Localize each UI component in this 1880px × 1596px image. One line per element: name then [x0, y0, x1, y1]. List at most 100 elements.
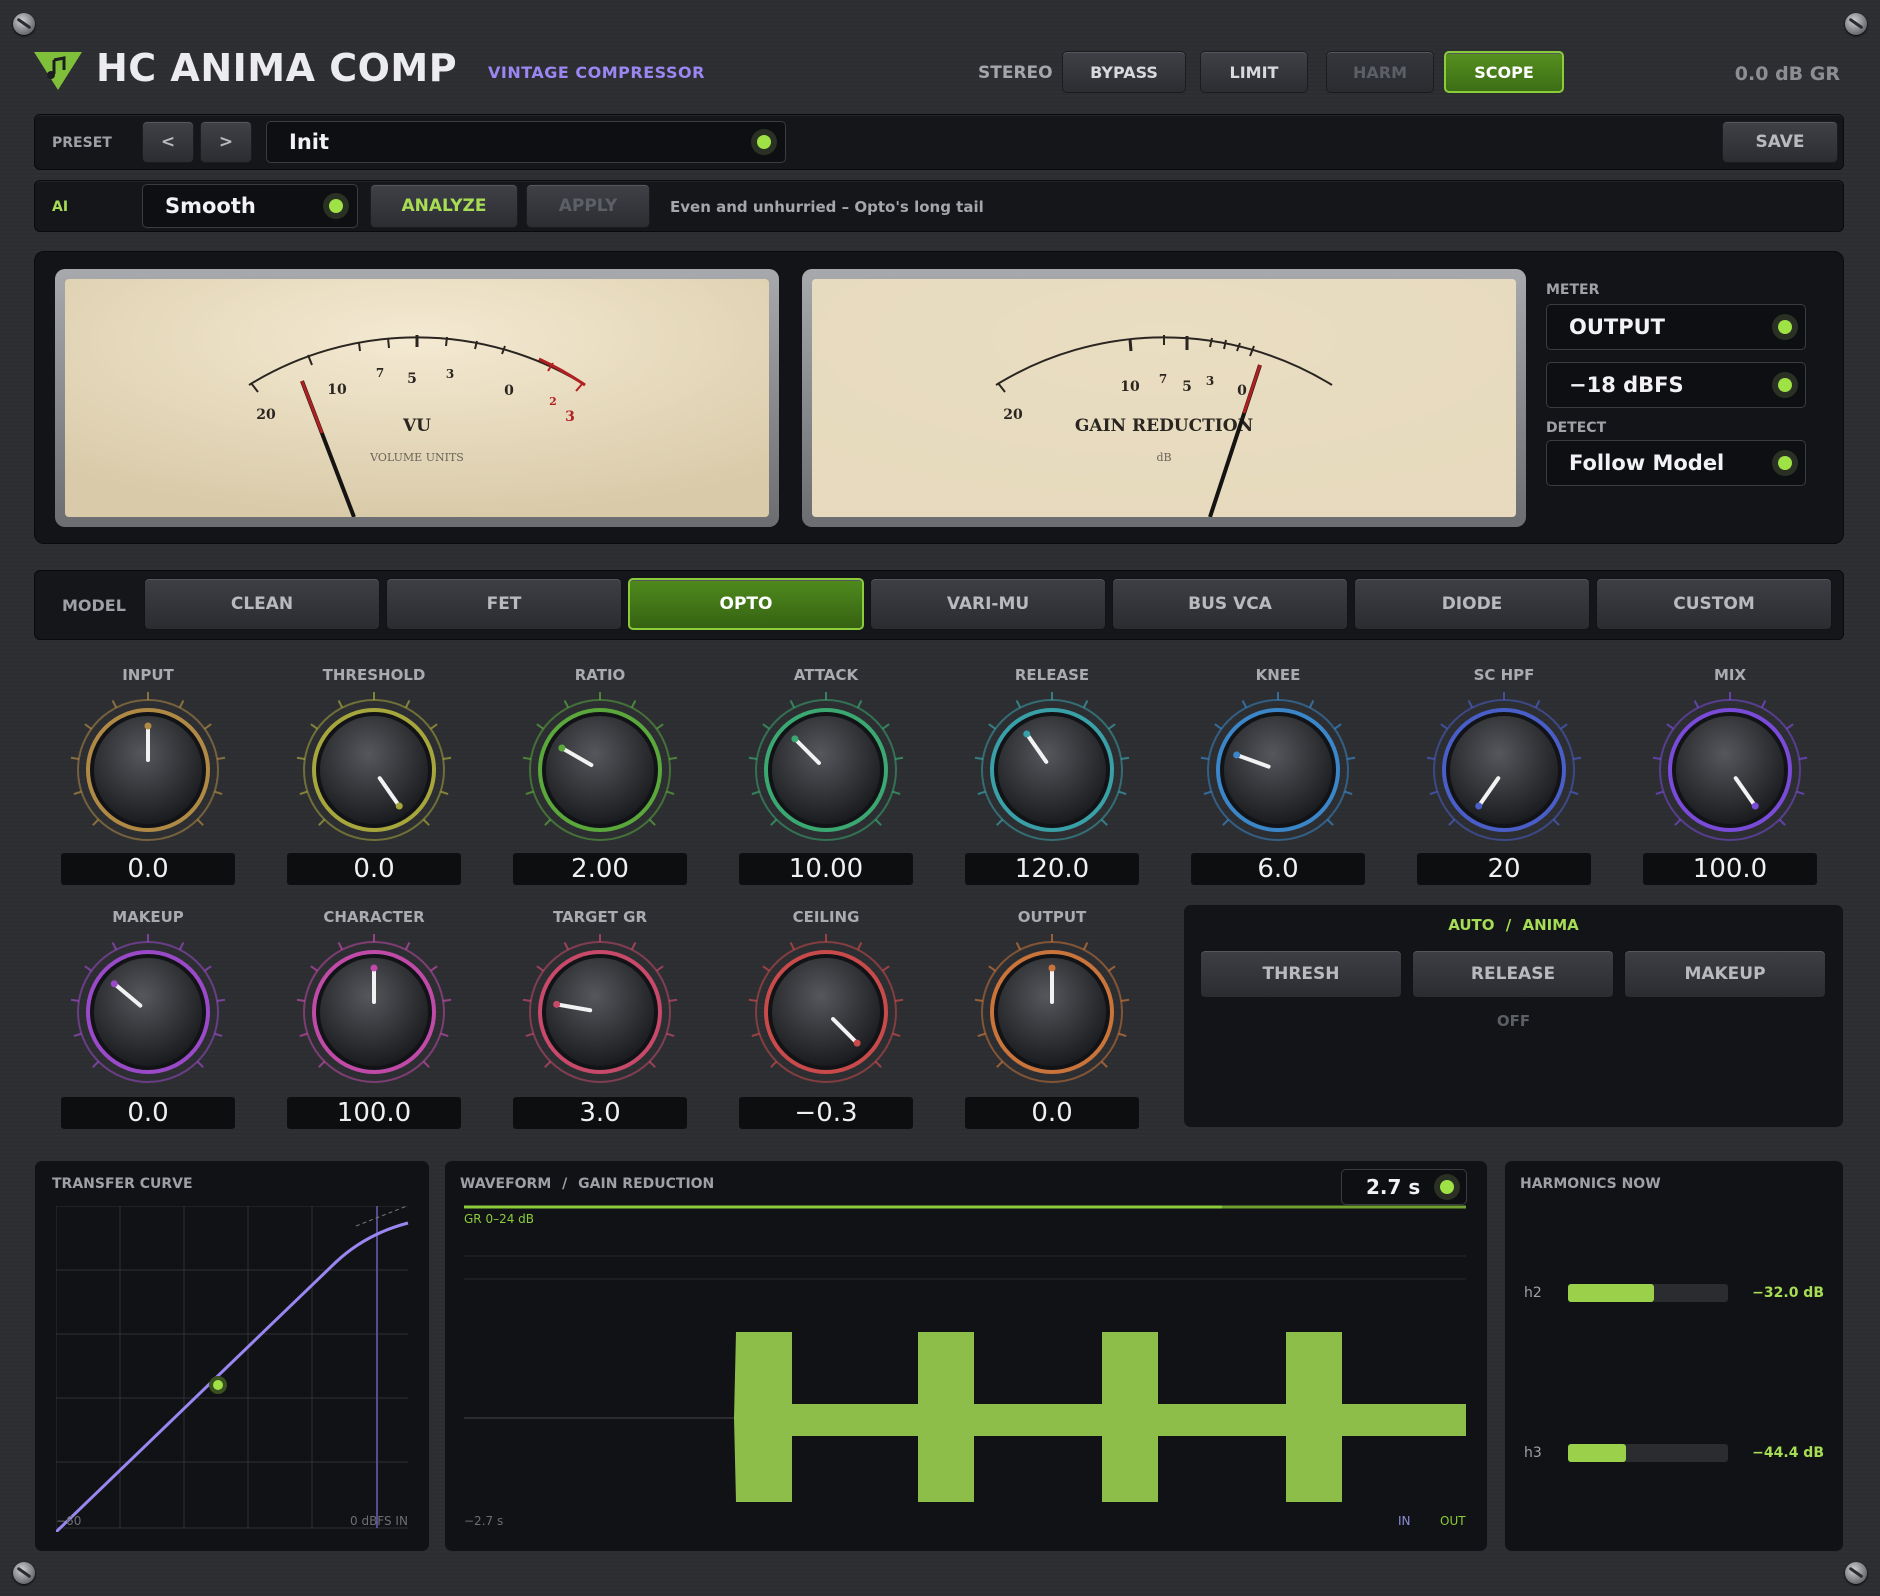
output-knob[interactable] — [972, 932, 1132, 1092]
makeup-knob[interactable] — [68, 932, 228, 1092]
limit-button[interactable]: LIMIT — [1200, 51, 1308, 93]
sc-hpf-value[interactable]: 20 — [1416, 852, 1592, 886]
character-value[interactable]: 100.0 — [286, 1096, 462, 1130]
ceiling-value[interactable]: −0.3 — [738, 1096, 914, 1130]
harmonic-h3-bar — [1568, 1444, 1626, 1462]
output-value[interactable]: 0.0 — [964, 1096, 1140, 1130]
auto-status: OFF — [1496, 1012, 1531, 1030]
release-value[interactable]: 120.0 — [964, 852, 1140, 886]
harmonic-h2-bar — [1568, 1284, 1655, 1302]
meter-select[interactable]: OUTPUT — [1546, 304, 1806, 350]
waveform-window-led — [1440, 1180, 1454, 1194]
reference-level-select[interactable]: −18 dBFS — [1546, 362, 1806, 408]
preset-prev-button[interactable]: < — [142, 121, 194, 163]
waveform-title: WAVEFORM / GAIN REDUCTION — [460, 1176, 714, 1192]
screw-bottom-right — [1845, 1562, 1867, 1584]
knob-label-sc-hpf: SC HPF — [1473, 666, 1535, 684]
transfer-xmin-label: −60 — [56, 1514, 82, 1528]
vu-title: VU — [402, 416, 431, 436]
harmonic-h2-value: −32.0 dB — [1752, 1285, 1824, 1301]
ratio-knob[interactable] — [520, 690, 680, 850]
character-knob[interactable] — [294, 932, 454, 1092]
stereo-label[interactable]: STEREO — [978, 63, 1053, 83]
knob-label-ceiling: CEILING — [792, 908, 860, 926]
analyze-button[interactable]: ANALYZE — [370, 184, 518, 228]
screw-top-left — [13, 13, 35, 35]
waveform-out-label[interactable]: OUT — [1440, 1514, 1466, 1528]
knee-knob[interactable] — [1198, 690, 1358, 850]
harmonic-h3-name: h3 — [1524, 1445, 1542, 1461]
meter-select-led — [1778, 320, 1792, 334]
preset-next-button[interactable]: > — [200, 121, 252, 163]
gr-scale-10: 10 — [1120, 379, 1140, 395]
mix-value[interactable]: 100.0 — [1642, 852, 1818, 886]
knob-label-character: CHARACTER — [323, 908, 425, 926]
vu-subtitle: VOLUME UNITS — [369, 451, 464, 464]
model-clean-button[interactable]: CLEAN — [144, 578, 380, 630]
waveform-in-label[interactable]: IN — [1398, 1514, 1411, 1528]
gr-title: GAIN REDUCTION — [1075, 416, 1253, 436]
vu-scale-3: 3 — [446, 367, 454, 381]
auto-makeup-button[interactable]: MAKEUP — [1624, 950, 1826, 998]
knob-label-output: OUTPUT — [1017, 908, 1087, 926]
ratio-value[interactable]: 2.00 — [512, 852, 688, 886]
ai-mode-field[interactable]: Smooth — [142, 184, 358, 228]
detect-select[interactable]: Follow Model — [1546, 440, 1806, 486]
threshold-knob[interactable] — [294, 690, 454, 850]
target-gr-knob[interactable] — [520, 932, 680, 1092]
harm-button[interactable]: HARM — [1326, 51, 1434, 93]
target-gr-value[interactable]: 3.0 — [512, 1096, 688, 1130]
knee-value[interactable]: 6.0 — [1190, 852, 1366, 886]
harmonic-h3-track — [1568, 1444, 1728, 1462]
preset-status-led — [757, 135, 771, 149]
gr-scale-0: 0 — [1237, 383, 1247, 399]
knob-label-threshold: THRESHOLD — [322, 666, 426, 684]
model-diode-button[interactable]: DIODE — [1354, 578, 1590, 630]
ceiling-knob[interactable] — [746, 932, 906, 1092]
threshold-value[interactable]: 0.0 — [286, 852, 462, 886]
model-vari-mu-button[interactable]: VARI-MU — [870, 578, 1106, 630]
vu-meter: 20 10 7 5 3 0 2 3 VU VOLUME UNITS — [55, 269, 779, 527]
knob-label-attack: ATTACK — [793, 666, 859, 684]
meter-label: METER — [1546, 282, 1600, 298]
waveform-title-b: GAIN REDUCTION — [578, 1176, 715, 1192]
app-subtitle: VINTAGE COMPRESSOR — [488, 63, 705, 82]
vu-scale-7: 7 — [376, 366, 384, 380]
bypass-button[interactable]: BYPASS — [1062, 51, 1186, 93]
attack-knob[interactable] — [746, 690, 906, 850]
auto-release-button[interactable]: RELEASE — [1412, 950, 1614, 998]
release-knob[interactable] — [972, 690, 1132, 850]
model-label: MODEL — [62, 596, 126, 615]
preset-name-field[interactable]: Init — [266, 121, 786, 163]
makeup-value[interactable]: 0.0 — [60, 1096, 236, 1130]
gr-readout: 0.0 dB GR — [1734, 63, 1840, 85]
transfer-curve-plot[interactable] — [56, 1206, 412, 1532]
mix-knob[interactable] — [1650, 690, 1810, 850]
knob-label-knee: KNEE — [1255, 666, 1301, 684]
vu-scale-0: 0 — [504, 383, 514, 399]
model-bus-vca-button[interactable]: BUS VCA — [1112, 578, 1348, 630]
vu-scale-10: 10 — [327, 382, 347, 398]
scope-button[interactable]: SCOPE — [1444, 51, 1564, 93]
attack-value[interactable]: 10.00 — [738, 852, 914, 886]
input-value[interactable]: 0.0 — [60, 852, 236, 886]
auto-thresh-button[interactable]: THRESH — [1200, 950, 1402, 998]
save-button[interactable]: SAVE — [1722, 121, 1838, 163]
auto-title-b: ANIMA — [1522, 916, 1579, 934]
model-fet-button[interactable]: FET — [386, 578, 622, 630]
waveform-gr-label: GR 0–24 dB — [464, 1212, 535, 1226]
harmonic-h2-name: h2 — [1524, 1285, 1542, 1301]
sc-hpf-knob[interactable] — [1424, 690, 1584, 850]
model-opto-button[interactable]: OPTO — [628, 578, 864, 630]
app-title: HC ANIMA COMP — [96, 46, 458, 90]
harmonic-h2-track — [1568, 1284, 1728, 1302]
apply-button[interactable]: APPLY — [526, 184, 650, 228]
ai-label: AI — [52, 199, 69, 215]
knob-label-target-gr: TARGET GR — [552, 908, 648, 926]
waveform-title-sep: / — [562, 1176, 568, 1192]
knob-label-mix: MIX — [1713, 666, 1747, 684]
vu-scale-plus3: 3 — [565, 409, 575, 425]
detect-select-led — [1778, 456, 1792, 470]
model-custom-button[interactable]: CUSTOM — [1596, 578, 1832, 630]
input-knob[interactable] — [68, 690, 228, 850]
